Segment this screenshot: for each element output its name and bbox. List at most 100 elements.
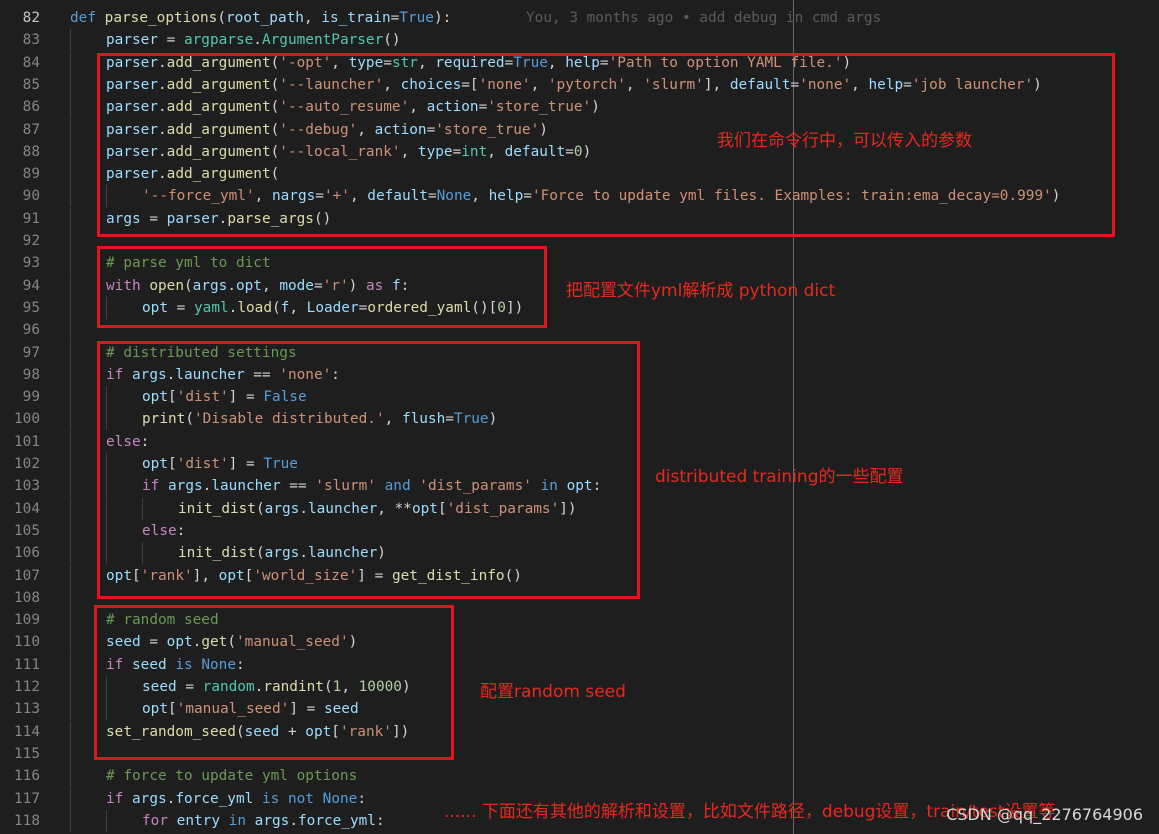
line-number: 85 xyxy=(22,76,40,93)
line-number: 112 xyxy=(14,679,40,695)
line-number: 90 xyxy=(22,188,40,205)
code-token: = xyxy=(157,32,184,49)
code-token: args xyxy=(132,790,167,807)
indent-guide xyxy=(70,765,71,788)
indent-guide xyxy=(70,430,71,453)
line-number: 93 xyxy=(22,255,40,272)
indent-guide xyxy=(70,475,71,498)
code-token: True xyxy=(399,10,434,26)
code-token: parser xyxy=(106,32,158,49)
code-token: root_path xyxy=(225,10,304,26)
line-number: 98 xyxy=(22,366,40,383)
line-number: 101 xyxy=(14,433,40,450)
code-token: def xyxy=(70,10,96,26)
code-text[interactable]: parser = argparse.ArgumentParser() xyxy=(106,29,401,51)
code-token: for xyxy=(142,812,168,829)
indent-guide xyxy=(70,653,71,676)
code-line[interactable]: 83 parser = argparse.ArgumentParser() xyxy=(0,29,1159,52)
code-token: ): xyxy=(433,10,452,26)
code-token: ArgumentParser xyxy=(261,32,384,49)
dist-highlight-box xyxy=(97,341,640,599)
indent-guide xyxy=(70,386,71,409)
line-number: 109 xyxy=(14,612,40,629)
indent-guide xyxy=(70,96,71,119)
indent-guide xyxy=(70,341,71,364)
indent-guide xyxy=(70,163,71,186)
code-token: args xyxy=(254,812,290,829)
line-number: 107 xyxy=(14,567,40,584)
line-number: 87 xyxy=(22,121,40,138)
indent-guide xyxy=(70,586,71,609)
code-token: argparse xyxy=(183,32,254,49)
indent-guide xyxy=(70,408,71,431)
line-number: 117 xyxy=(14,790,40,807)
code-token: entry xyxy=(176,812,220,829)
code-token: parse_options xyxy=(104,10,218,26)
line-number: 106 xyxy=(14,545,40,562)
code-token: : xyxy=(375,812,385,829)
line-number: 92 xyxy=(22,233,40,249)
code-text[interactable]: def parse_options(root_path, is_train=Tr… xyxy=(70,7,451,29)
line-number: 91 xyxy=(22,210,40,227)
seed-highlight-box xyxy=(94,605,454,760)
line-number: 94 xyxy=(22,277,40,294)
line-number: 104 xyxy=(14,500,40,517)
line-number: 89 xyxy=(22,166,40,183)
indent-guide xyxy=(70,230,71,252)
line-number: 86 xyxy=(22,99,40,116)
code-token: : xyxy=(357,790,366,807)
line-number: 99 xyxy=(22,389,40,406)
note-args: 我们在命令行中，可以传入的参数 xyxy=(717,131,972,151)
line-number: 113 xyxy=(14,701,40,718)
line-number: 84 xyxy=(22,54,40,71)
code-token: () xyxy=(383,32,401,49)
indent-guide xyxy=(70,698,71,721)
line-number: 97 xyxy=(22,344,40,361)
line-number: 96 xyxy=(22,322,40,339)
line-number: 118 xyxy=(14,812,40,829)
indent-guide xyxy=(70,631,71,654)
code-text[interactable]: # force to update yml options xyxy=(106,765,357,787)
code-token: , xyxy=(303,10,322,26)
indent-guide xyxy=(70,252,71,275)
line-number: 110 xyxy=(14,634,40,651)
indent-guide xyxy=(70,185,71,208)
code-token: in xyxy=(228,812,246,829)
indent-guide xyxy=(70,207,71,230)
line-number: 105 xyxy=(14,522,40,539)
line-number: 114 xyxy=(14,723,40,740)
code-token: . xyxy=(289,812,298,829)
code-token: if xyxy=(106,790,124,807)
indent-guide xyxy=(70,51,71,74)
line-number: 116 xyxy=(14,768,40,785)
code-token: # force to update yml options xyxy=(106,768,358,785)
code-line[interactable]: 116 # force to update yml options xyxy=(0,765,1159,788)
line-number: 83 xyxy=(22,32,40,49)
indent-guide xyxy=(70,140,71,163)
code-text[interactable]: if args.force_yml is not None: xyxy=(106,788,366,810)
indent-guide xyxy=(70,363,71,386)
line-number: 100 xyxy=(14,411,40,428)
indent-guide xyxy=(70,564,71,587)
line-number: 95 xyxy=(22,299,40,316)
watermark: CSDN @qq_2276764906 xyxy=(946,805,1143,824)
code-token: not xyxy=(287,790,314,807)
code-text[interactable]: for entry in args.force_yml: xyxy=(142,810,385,832)
line-number: 111 xyxy=(14,656,40,673)
line-number: 88 xyxy=(22,143,40,160)
indent-guide xyxy=(70,118,71,141)
indent-guide xyxy=(70,542,71,565)
code-token: force_yml xyxy=(298,812,376,829)
yml-highlight-box xyxy=(97,246,547,328)
indent-guide xyxy=(106,809,107,832)
indent-guide xyxy=(70,676,71,698)
indent-guide xyxy=(70,29,71,52)
code-token: is_train xyxy=(321,10,391,26)
